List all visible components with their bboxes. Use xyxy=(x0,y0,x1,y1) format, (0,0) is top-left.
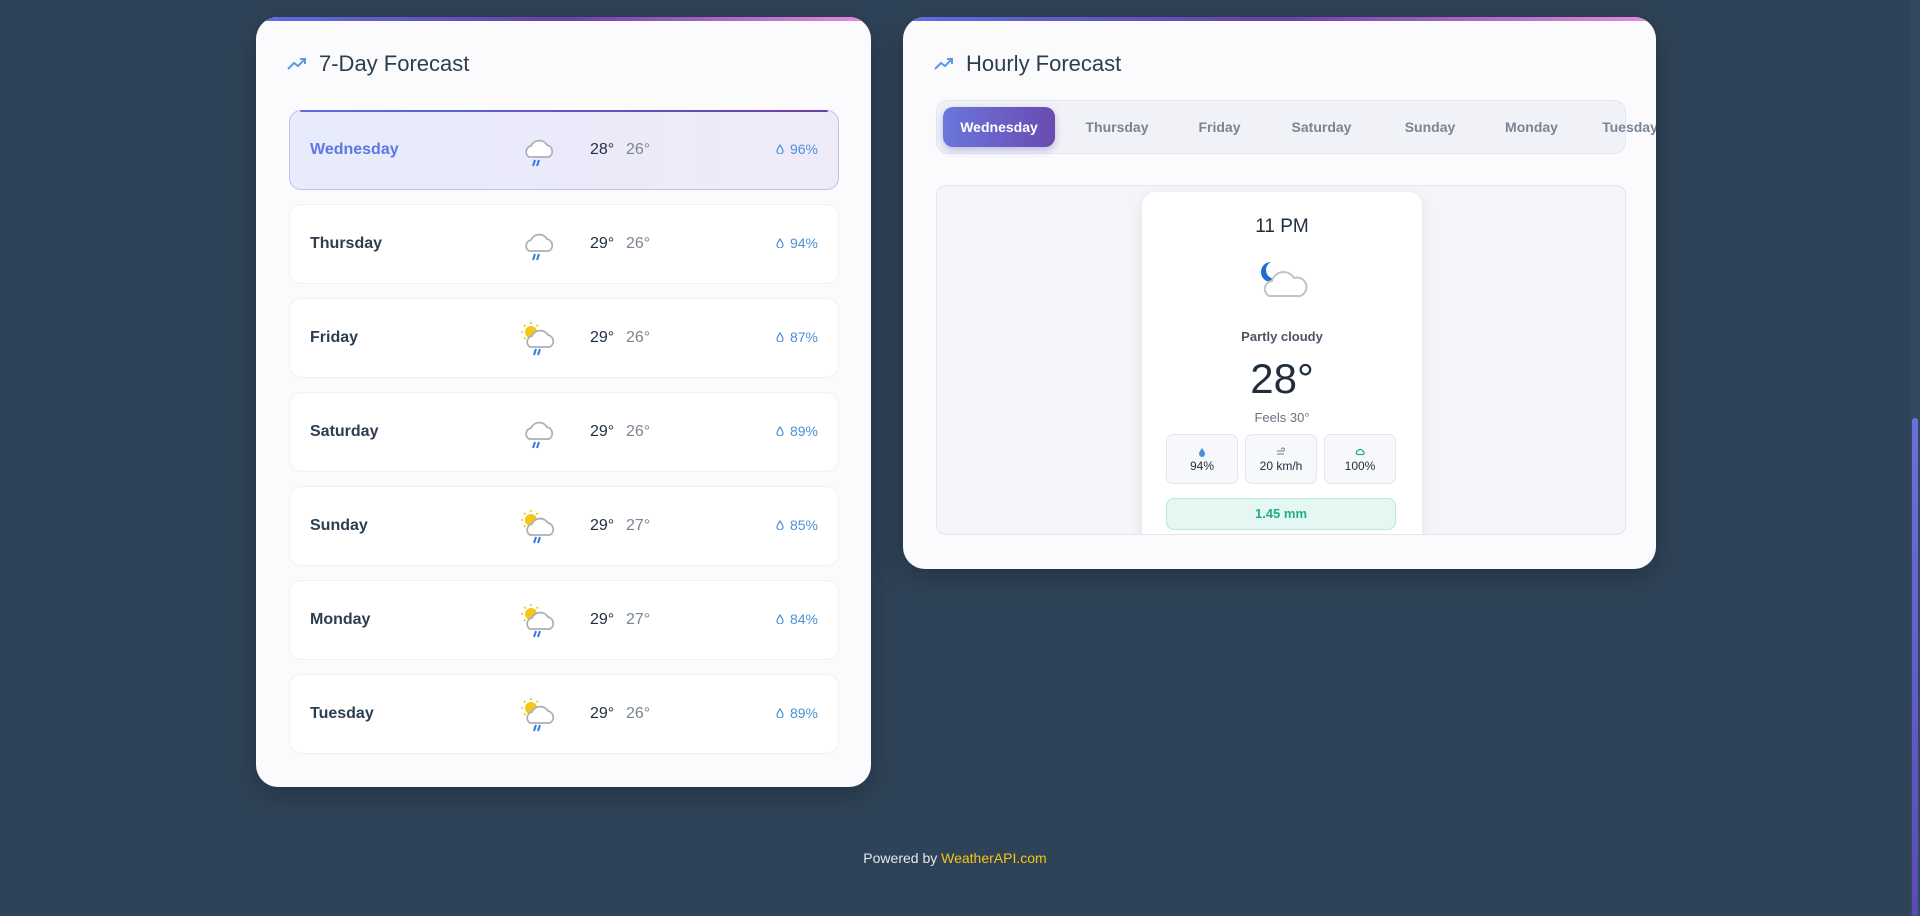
rain-chance-value: 87% xyxy=(789,329,818,345)
rain-chance: 89% xyxy=(776,423,818,439)
rain-cloud-icon xyxy=(520,227,556,263)
droplet-icon xyxy=(776,141,784,157)
day-high-temp: 28° xyxy=(590,141,615,158)
cloud-value: 100% xyxy=(1344,459,1376,473)
card-accent-bar xyxy=(903,17,1656,21)
day-row[interactable]: Monday 29° 27° 84% xyxy=(289,580,839,660)
wind-stat: 20 km/h xyxy=(1245,434,1317,484)
rain-cloud-icon xyxy=(520,133,556,169)
tab-thursday[interactable]: Thursday xyxy=(1065,107,1169,147)
card-accent-bar xyxy=(256,17,871,21)
hour-time: 11 PM xyxy=(1255,216,1309,237)
day-row[interactable]: Sunday 29° 27° 85% xyxy=(289,486,839,566)
rain-chance-value: 85% xyxy=(789,517,818,533)
hour-feels-like: Feels 30° xyxy=(1254,410,1310,425)
droplet-icon xyxy=(1197,444,1207,457)
rain-chance: 87% xyxy=(776,329,818,345)
day-row[interactable]: Friday 29° 26° 87% xyxy=(289,298,839,378)
trending-up-icon xyxy=(287,57,307,71)
precipitation-badge: 1.45 mm xyxy=(1166,498,1396,530)
day-low-temp: 27° xyxy=(626,611,651,628)
droplet-icon xyxy=(776,423,784,439)
day-row[interactable]: Saturday 29° 26° 89% xyxy=(289,392,839,472)
scrollbar-thumb[interactable] xyxy=(1912,418,1918,916)
sun-rain-cloud-icon xyxy=(520,321,556,357)
daily-forecast-title: 7-Day Forecast xyxy=(319,51,470,76)
cloud-stat: 100% xyxy=(1324,434,1396,484)
tab-saturday[interactable]: Saturday xyxy=(1268,107,1375,147)
hourly-forecast-header: Hourly Forecast xyxy=(934,51,1121,77)
day-high-temp: 29° xyxy=(590,611,615,628)
rain-chance-value: 84% xyxy=(789,611,818,627)
sun-rain-cloud-icon xyxy=(520,603,556,639)
day-row[interactable]: Tuesday 29° 26° 89% xyxy=(289,674,839,754)
scrollbar[interactable] xyxy=(1910,0,1920,916)
tab-tuesday[interactable]: Tuesday xyxy=(1588,107,1656,147)
rain-chance: 84% xyxy=(776,611,818,627)
day-name: Thursday xyxy=(310,235,383,252)
footer-prefix: Powered by xyxy=(863,850,942,866)
day-high-temp: 29° xyxy=(590,423,615,440)
rain-chance-value: 96% xyxy=(789,141,818,157)
hour-temperature: 28° xyxy=(1250,355,1314,402)
humidity-value: 94% xyxy=(1189,459,1215,473)
rain-chance-value: 89% xyxy=(789,423,818,439)
rain-chance-value: 94% xyxy=(789,235,818,251)
tab-monday[interactable]: Monday xyxy=(1483,107,1580,147)
day-row[interactable]: Wednesday 28° 26° 96% xyxy=(289,110,839,190)
daily-forecast-card: 7-Day Forecast Wednesday 28° 26° 96% Thursda… xyxy=(256,17,871,787)
droplet-icon xyxy=(776,329,784,345)
day-low-temp: 26° xyxy=(626,235,651,252)
hour-condition: Partly cloudy xyxy=(1241,329,1323,344)
day-low-temp: 27° xyxy=(626,517,651,534)
hourly-forecast-card: Hourly Forecast Wednesday Thursday Friday S… xyxy=(903,17,1656,569)
sun-rain-cloud-icon xyxy=(520,509,556,545)
wind-icon xyxy=(1276,444,1286,455)
rain-chance: 85% xyxy=(776,517,818,533)
tab-sunday[interactable]: Sunday xyxy=(1383,107,1477,147)
moon-cloud-icon xyxy=(1255,256,1309,306)
day-high-temp: 29° xyxy=(590,517,615,534)
hourly-scroll-area[interactable]: 11 PM Partly cloudy 28° Feels 30° 94% 20… xyxy=(936,185,1626,535)
cloud-icon xyxy=(1355,444,1365,456)
trending-up-icon xyxy=(934,57,954,71)
footer: Powered by WeatherAPI.com xyxy=(0,850,1910,866)
rain-chance: 94% xyxy=(776,235,818,251)
day-low-temp: 26° xyxy=(626,423,651,440)
tab-friday[interactable]: Friday xyxy=(1177,107,1262,147)
tab-wednesday[interactable]: Wednesday xyxy=(943,107,1055,147)
droplet-icon xyxy=(776,517,784,533)
droplet-icon xyxy=(776,705,784,721)
daily-forecast-header: 7-Day Forecast xyxy=(287,51,469,77)
day-name: Wednesday xyxy=(310,141,399,158)
day-tabs: Wednesday Thursday Friday Saturday Sunday Mon… xyxy=(936,100,1656,154)
sun-rain-cloud-icon xyxy=(520,697,556,733)
day-low-temp: 26° xyxy=(626,329,651,346)
weatherapi-link[interactable]: WeatherAPI.com xyxy=(941,850,1047,866)
rain-chance-value: 89% xyxy=(789,705,818,721)
day-low-temp: 26° xyxy=(626,141,651,158)
day-high-temp: 29° xyxy=(590,329,615,346)
day-name: Friday xyxy=(310,329,359,346)
droplet-icon xyxy=(776,235,784,251)
humidity-stat: 94% xyxy=(1166,434,1238,484)
hour-card: 11 PM Partly cloudy 28° Feels 30° 94% 20… xyxy=(1142,192,1422,534)
day-low-temp: 26° xyxy=(626,705,651,722)
hourly-forecast-title: Hourly Forecast xyxy=(966,51,1122,76)
rain-cloud-icon xyxy=(520,415,556,451)
day-name: Sunday xyxy=(310,517,368,534)
day-row[interactable]: Thursday 29° 26° 94% xyxy=(289,204,839,284)
day-high-temp: 29° xyxy=(590,705,615,722)
day-high-temp: 29° xyxy=(590,235,615,252)
rain-chance: 96% xyxy=(776,141,818,157)
droplet-icon xyxy=(776,611,784,627)
day-name: Saturday xyxy=(310,423,379,440)
day-name: Monday xyxy=(310,611,371,628)
rain-chance: 89% xyxy=(776,705,818,721)
day-name: Tuesday xyxy=(310,705,374,722)
wind-value: 20 km/h xyxy=(1259,459,1303,473)
